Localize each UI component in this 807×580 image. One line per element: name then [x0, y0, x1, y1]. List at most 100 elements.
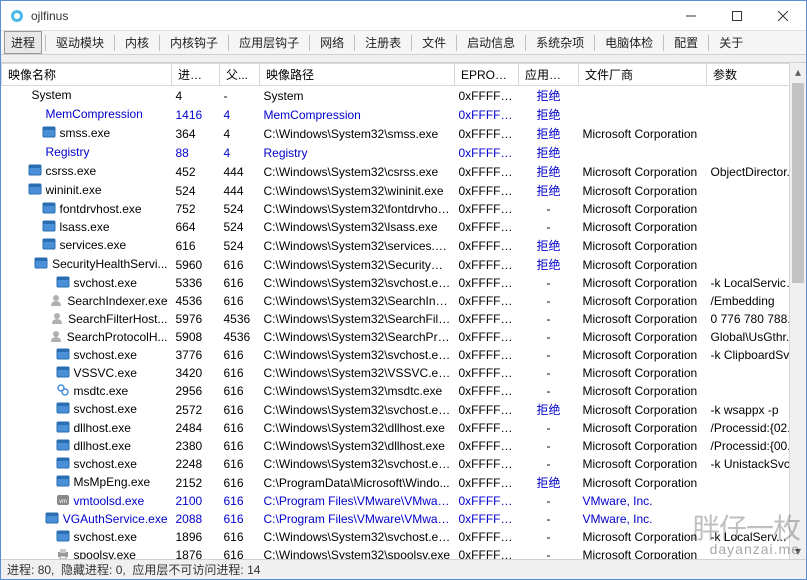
process-name-label: svchost.exe [74, 276, 137, 290]
table-row[interactable]: dllhost.exe2380616C:\Windows\System32\dl… [2, 437, 807, 455]
table-row[interactable]: svchost.exe3776616C:\Windows\System32\sv… [2, 346, 807, 364]
cell-path: C:\Windows\System32\svchost.exe [260, 455, 455, 473]
table-row[interactable]: csrss.exe452444C:\Windows\System32\csrss… [2, 162, 807, 181]
cell-vendor: Microsoft Corporation [579, 162, 707, 181]
table-row[interactable]: msdtc.exe2956616C:\Windows\System32\msdt… [2, 382, 807, 400]
table-row[interactable]: wininit.exe524444C:\Windows\System32\win… [2, 181, 807, 200]
maximize-button[interactable] [714, 1, 760, 31]
toolbar-spacer [1, 55, 806, 63]
menu-3[interactable]: 内核钩子 [163, 31, 225, 54]
cell-vendor: Microsoft Corporation [579, 437, 707, 455]
table-row[interactable]: smss.exe3644C:\Windows\System32\smss.exe… [2, 124, 807, 143]
vertical-scrollbar[interactable]: ▴ ▾ [789, 63, 806, 559]
cell-eprocess: 0xFFFFB... [455, 105, 519, 124]
menu-9[interactable]: 系统杂项 [529, 31, 591, 54]
table-row[interactable]: svchost.exe2248616C:\Windows\System32\sv… [2, 455, 807, 473]
cell-eprocess: 0xFFFFB... [455, 181, 519, 200]
cell-ppid: 524 [220, 200, 260, 218]
svg-text:vm: vm [59, 499, 67, 505]
process-icon [56, 438, 70, 455]
column-header-6[interactable]: 文件厂商 [579, 64, 707, 86]
table-row[interactable]: MemCompression14164MemCompression0xFFFFB… [2, 105, 807, 124]
cell-path: C:\Program Files\VMware\VMware ... [260, 492, 455, 510]
cell-ppid: 616 [220, 455, 260, 473]
table-row[interactable]: SecurityHealthServi...5960616C:\Windows\… [2, 255, 807, 274]
close-button[interactable] [760, 1, 806, 31]
table-row[interactable]: services.exe616524C:\Windows\System32\se… [2, 236, 807, 255]
cell-name: VSSVC.exe [2, 364, 172, 382]
column-header-1[interactable]: 进程ID [172, 64, 220, 86]
process-name-label: svchost.exe [74, 530, 137, 544]
column-header-0[interactable]: 映像名称 [2, 64, 172, 86]
menu-6[interactable]: 注册表 [358, 31, 408, 54]
scroll-up-icon[interactable]: ▴ [790, 63, 806, 80]
table-row[interactable]: SearchIndexer.exe4536616C:\Windows\Syste… [2, 292, 807, 310]
table-row[interactable]: System4-System0xFFFFB...拒绝 [2, 86, 807, 106]
menu-0[interactable]: 进程 [4, 31, 42, 54]
scroll-thumb[interactable] [792, 83, 804, 283]
cell-pid: 2100 [172, 492, 220, 510]
table-row[interactable]: SearchProtocolH...59084536C:\Windows\Sys… [2, 328, 807, 346]
cell-pid: 752 [172, 200, 220, 218]
table-row[interactable]: dllhost.exe2484616C:\Windows\System32\dl… [2, 419, 807, 437]
menu-1[interactable]: 驱动模块 [49, 31, 111, 54]
menu-5[interactable]: 网络 [313, 31, 351, 54]
table-row[interactable]: VSSVC.exe3420616C:\Windows\System32\VSSV… [2, 364, 807, 382]
column-header-3[interactable]: 映像路径 [260, 64, 455, 86]
cell-ppid: 4 [220, 143, 260, 162]
cell-name: fontdrvhost.exe [2, 200, 172, 218]
cell-pid: 5908 [172, 328, 220, 346]
table-row[interactable]: vmvmtoolsd.exe2100616C:\Program Files\VM… [2, 492, 807, 510]
menu-10[interactable]: 电脑体检 [598, 31, 660, 54]
cell-pid: 5960 [172, 255, 220, 274]
cell-ppid: 616 [220, 255, 260, 274]
cell-access: - [519, 492, 579, 510]
cell-name: msdtc.exe [2, 382, 172, 400]
cell-name: lsass.exe [2, 218, 172, 236]
table-row[interactable]: VGAuthService.exe2088616C:\Program Files… [2, 510, 807, 528]
table-row[interactable]: MsMpEng.exe2152616C:\ProgramData\Microso… [2, 473, 807, 492]
table-row[interactable]: svchost.exe1896616C:\Windows\System32\sv… [2, 528, 807, 546]
process-icon [56, 401, 70, 418]
minimize-button[interactable] [668, 1, 714, 31]
cell-ppid: 616 [220, 419, 260, 437]
table-row[interactable]: svchost.exe5336616C:\Windows\System32\sv… [2, 274, 807, 292]
menu-12[interactable]: 关于 [712, 31, 750, 54]
process-name-label: spoolsv.exe [74, 548, 136, 559]
process-name-label: lsass.exe [60, 220, 110, 234]
menu-4[interactable]: 应用层钩子 [232, 31, 306, 54]
cell-eprocess: 0xFFFFB... [455, 328, 519, 346]
menu-separator [456, 35, 457, 51]
menu-7[interactable]: 文件 [415, 31, 453, 54]
table-row[interactable]: svchost.exe2572616C:\Windows\System32\sv… [2, 400, 807, 419]
process-name-label: csrss.exe [46, 164, 97, 178]
process-table-container[interactable]: 映像名称进程ID父...映像路径EPROCESS应用层访...文件厂商参数 Sy… [1, 63, 806, 559]
cell-ppid: 4536 [220, 310, 260, 328]
window-title: ojlfinus [31, 9, 668, 23]
column-header-5[interactable]: 应用层访... [519, 64, 579, 86]
cell-access: - [519, 274, 579, 292]
menu-8[interactable]: 启动信息 [460, 31, 522, 54]
cell-path: Registry [260, 143, 455, 162]
table-row[interactable]: lsass.exe664524C:\Windows\System32\lsass… [2, 218, 807, 236]
table-row[interactable]: SearchFilterHost...59764536C:\Windows\Sy… [2, 310, 807, 328]
process-table: 映像名称进程ID父...映像路径EPROCESS应用层访...文件厂商参数 Sy… [1, 63, 806, 559]
menu-2[interactable]: 内核 [118, 31, 156, 54]
menu-11[interactable]: 配置 [667, 31, 705, 54]
menu-separator [708, 35, 709, 51]
cell-vendor: Microsoft Corporation [579, 382, 707, 400]
column-header-4[interactable]: EPROCESS [455, 64, 519, 86]
cell-ppid: 4 [220, 105, 260, 124]
process-icon [28, 182, 42, 199]
cell-ppid: 616 [220, 510, 260, 528]
scroll-down-icon[interactable]: ▾ [790, 542, 806, 559]
cell-access: - [519, 200, 579, 218]
cell-name: dllhost.exe [2, 437, 172, 455]
table-row[interactable]: spoolsv.exe1876616C:\Windows\System32\sp… [2, 546, 807, 559]
table-row[interactable]: fontdrvhost.exe752524C:\Windows\System32… [2, 200, 807, 218]
column-header-2[interactable]: 父... [220, 64, 260, 86]
cell-path: C:\Windows\System32\SearchFilte... [260, 310, 455, 328]
process-icon [42, 237, 56, 254]
cell-ppid: 616 [220, 274, 260, 292]
table-row[interactable]: Registry884Registry0xFFFFB...拒绝 [2, 143, 807, 162]
